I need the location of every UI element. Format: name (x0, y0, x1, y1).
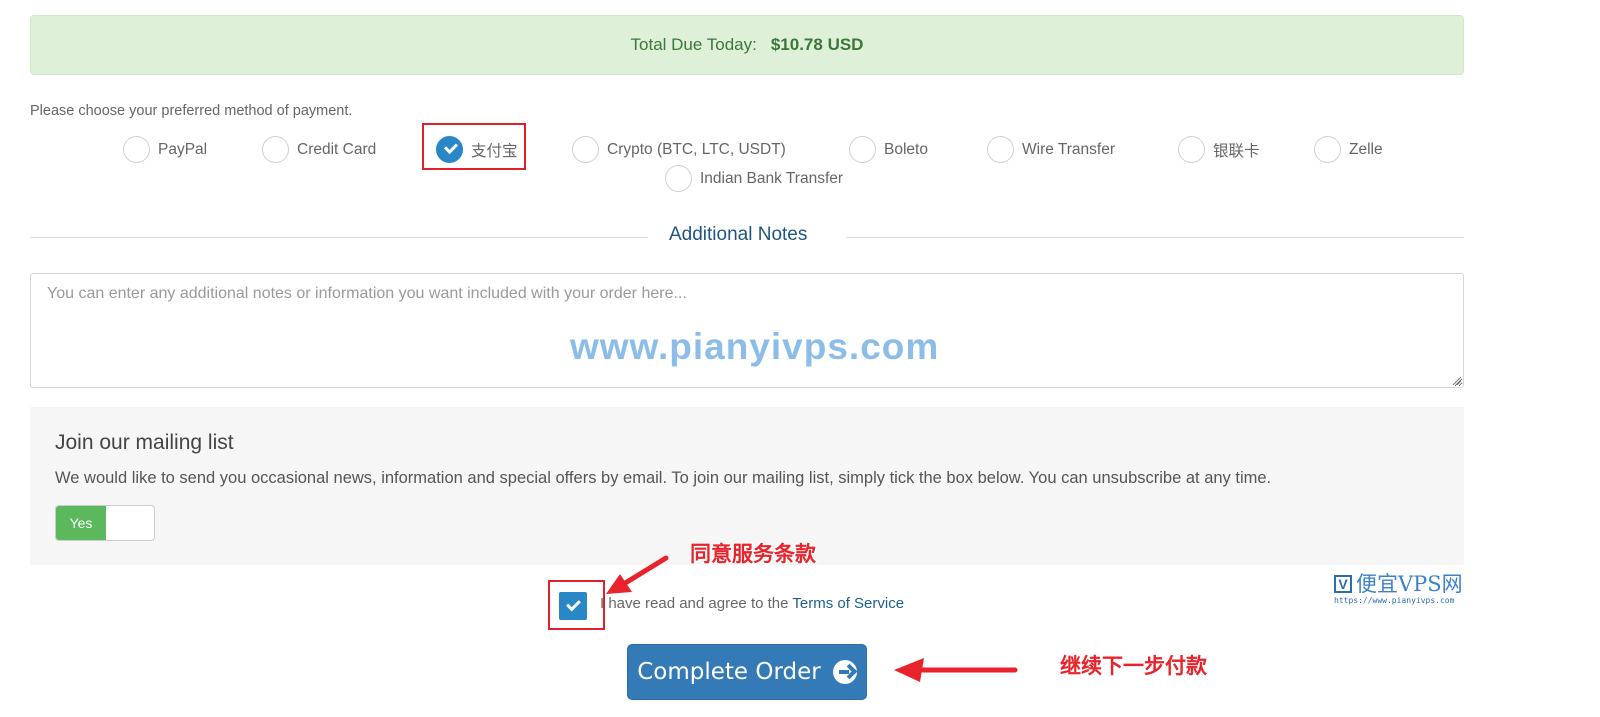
payment-option-credit-card[interactable]: Credit Card (262, 136, 376, 163)
complete-order-label: Complete Order (637, 659, 821, 685)
payment-option-label: PayPal (158, 140, 208, 158)
alipay-highlight-box (422, 123, 526, 170)
mailing-list-toggle[interactable]: Yes (55, 505, 155, 541)
resize-handle-icon[interactable] (1451, 375, 1461, 385)
total-due-label: Total Due Today: (630, 35, 757, 54)
payment-option-label: Wire Transfer (1022, 140, 1116, 158)
radio-button[interactable] (123, 136, 150, 163)
payment-option-label: Zelle (1349, 140, 1383, 158)
payment-option-label: Credit Card (297, 140, 377, 158)
terms-of-service-link[interactable]: Terms of Service (792, 595, 904, 612)
radio-button[interactable] (1314, 136, 1341, 163)
terms-text: I have read and agree to the (600, 595, 793, 612)
payment-option-zelle[interactable]: Zelle (1314, 136, 1383, 163)
payment-option-unionpay[interactable]: 银联卡 (1178, 136, 1260, 163)
radio-button[interactable] (262, 136, 289, 163)
complete-order-button[interactable]: Complete Order (627, 644, 867, 700)
annotation-agree-terms: 同意服务条款 (690, 542, 816, 566)
section-divider-right (846, 237, 1464, 238)
mailing-list-heading: Join our mailing list (55, 431, 234, 454)
radio-button[interactable] (665, 165, 692, 192)
total-due-banner: Total Due Today: $10.78 USD (30, 15, 1464, 75)
radio-button[interactable] (572, 136, 599, 163)
radio-button[interactable] (1178, 136, 1205, 163)
payment-option-label: Indian Bank Transfer (700, 169, 844, 187)
watermark-text: www.pianyivps.com (570, 326, 940, 367)
payment-option-paypal[interactable]: PayPal (123, 136, 207, 163)
payment-option-crypto[interactable]: Crypto (BTC, LTC, USDT) (572, 136, 786, 163)
annotation-continue-payment: 继续下一步付款 (1060, 654, 1207, 678)
brand-url: https://www.pianyivps.com (1334, 596, 1455, 605)
arrow-to-button-icon (894, 658, 1018, 682)
terms-checkbox[interactable] (559, 592, 587, 620)
payment-option-label: 银联卡 (1213, 142, 1260, 160)
payment-option-boleto[interactable]: Boleto (849, 136, 928, 163)
brand-v-icon: V (1334, 575, 1352, 593)
radio-button[interactable] (987, 136, 1014, 163)
total-due-amount: $10.78 USD (770, 35, 864, 54)
toggle-on-label: Yes (56, 506, 106, 540)
additional-notes-heading: Additional Notes (669, 224, 808, 245)
radio-button[interactable] (849, 136, 876, 163)
section-divider-left (30, 237, 648, 238)
brand-name: 便宜VPS网 (1356, 572, 1463, 596)
arrow-right-circle-icon (832, 660, 857, 684)
payment-option-wire-transfer[interactable]: Wire Transfer (987, 136, 1115, 163)
payment-method-prompt: Please choose your preferred method of p… (30, 103, 353, 119)
brand-logo: V 便宜VPS网 https://www.pianyivps.com (1334, 573, 1463, 605)
payment-option-label: Crypto (BTC, LTC, USDT) (607, 140, 786, 158)
terms-label: I have read and agree to the Terms of Se… (600, 595, 904, 612)
payment-option-indian-bank-transfer[interactable]: Indian Bank Transfer (665, 165, 843, 192)
mailing-list-description: We would like to send you occasional new… (55, 469, 1272, 487)
payment-option-label: Boleto (884, 140, 928, 158)
